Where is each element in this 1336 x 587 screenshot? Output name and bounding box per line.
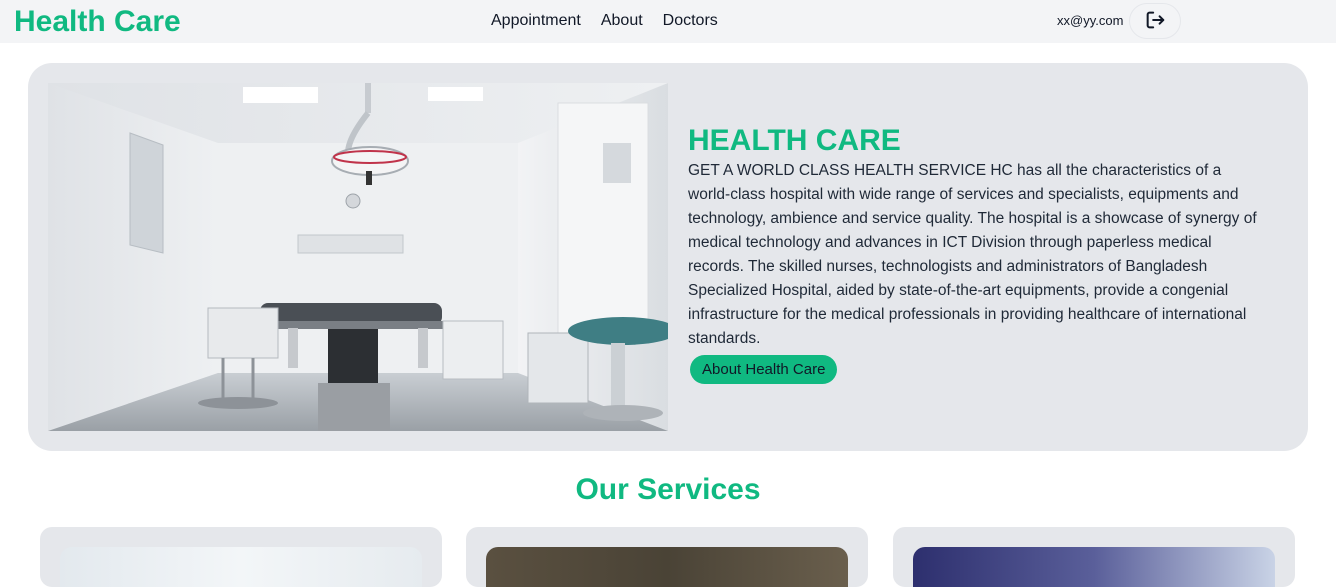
service-image: [486, 547, 848, 587]
service-image: [913, 547, 1275, 587]
operating-room-image: [48, 83, 668, 431]
nav-link-appointment[interactable]: Appointment: [491, 11, 581, 31]
hero-section: HEALTH CARE GET A WORLD CLASS HEALTH SER…: [28, 63, 1308, 451]
nav-links: Appointment About Doctors: [491, 11, 718, 31]
hero-description: GET A WORLD CLASS HEALTH SERVICE HC has …: [688, 162, 1257, 347]
nav-link-about[interactable]: About: [601, 11, 643, 31]
hero-text: HEALTH CARE GET A WORLD CLASS HEALTH SER…: [688, 123, 1258, 384]
service-card[interactable]: [40, 527, 442, 587]
brand-logo-link[interactable]: Health Care: [14, 4, 181, 40]
service-card[interactable]: [893, 527, 1295, 587]
nav-link-doctors[interactable]: Doctors: [663, 11, 718, 31]
about-health-care-button[interactable]: About Health Care: [690, 355, 838, 384]
user-email: xx@yy.com: [1057, 13, 1124, 28]
logout-button[interactable]: [1129, 3, 1181, 39]
service-card[interactable]: [466, 527, 868, 587]
hero-title: HEALTH CARE: [688, 124, 901, 157]
services-title: Our Services: [575, 473, 761, 506]
navbar: Health Care Appointment About Doctors xx…: [0, 0, 1336, 43]
service-image: [60, 547, 422, 587]
logout-icon: [1144, 9, 1166, 34]
